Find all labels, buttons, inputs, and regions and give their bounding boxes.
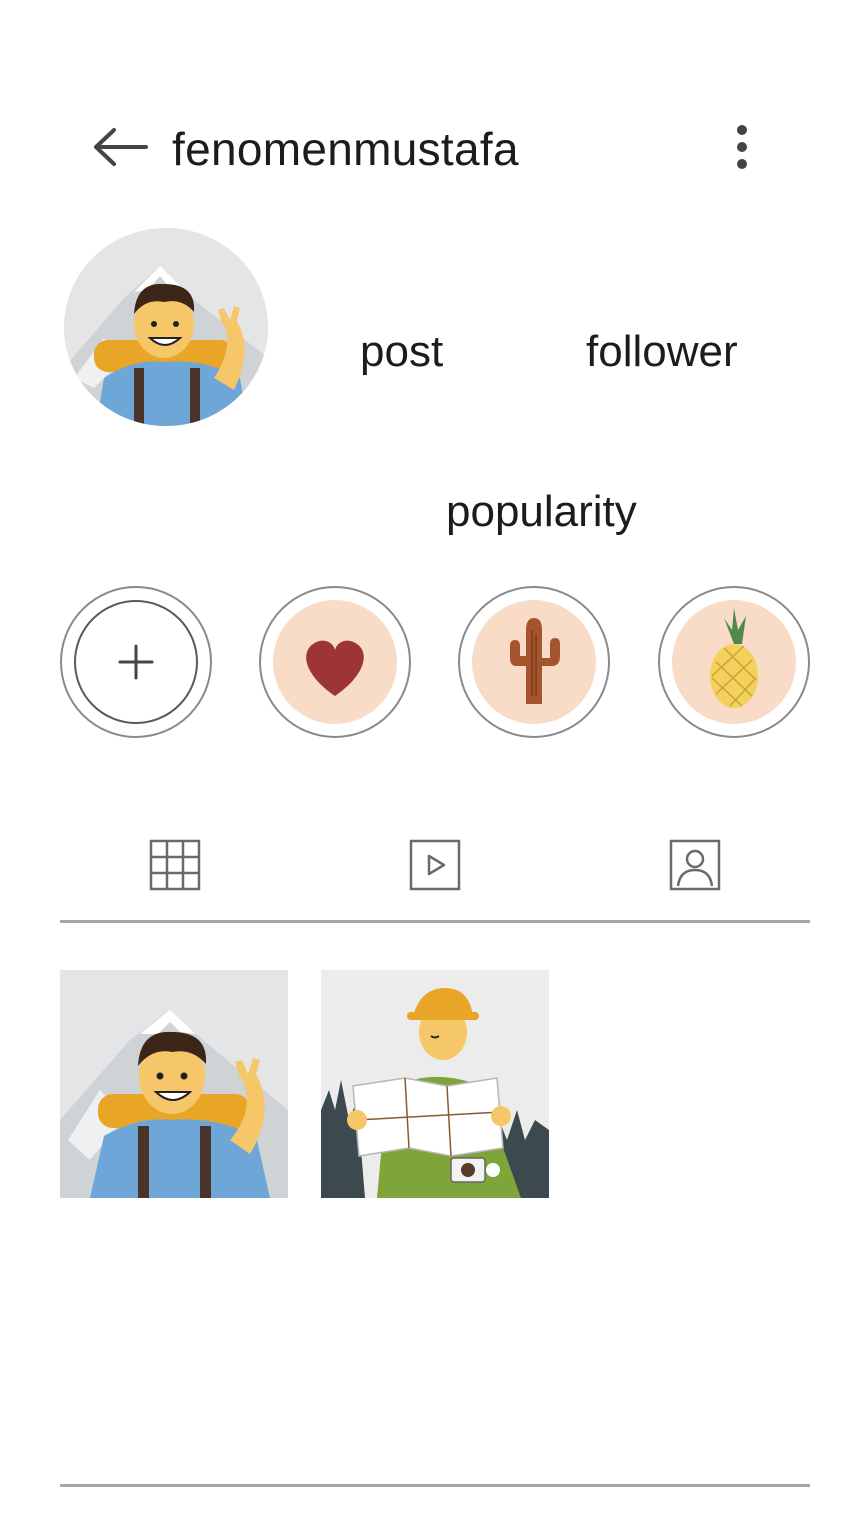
new-highlight-ring bbox=[74, 600, 198, 724]
arrow-left-icon bbox=[94, 128, 148, 166]
highlight-cactus[interactable] bbox=[458, 586, 610, 738]
post-count-label[interactable]: post bbox=[360, 324, 443, 380]
tab-reels[interactable] bbox=[408, 838, 462, 892]
reels-icon bbox=[409, 839, 461, 891]
traveler-map-image bbox=[321, 970, 549, 1198]
post-thumbnail[interactable] bbox=[60, 970, 288, 1198]
more-options-button[interactable] bbox=[718, 118, 766, 180]
tagged-icon bbox=[669, 839, 721, 891]
popularity-label: popularity bbox=[446, 487, 637, 536]
plus-icon bbox=[118, 644, 154, 680]
highlight-pineapple[interactable] bbox=[658, 586, 810, 738]
bottom-divider bbox=[60, 1484, 810, 1487]
profile-avatar[interactable] bbox=[64, 228, 268, 426]
tab-tagged[interactable] bbox=[668, 838, 722, 892]
highlight-heart-cover bbox=[273, 600, 397, 724]
back-button[interactable] bbox=[84, 120, 154, 176]
tab-posts-grid[interactable] bbox=[148, 838, 202, 892]
tabs-divider bbox=[60, 920, 810, 923]
highlight-cactus-cover bbox=[472, 600, 596, 724]
pineapple-icon bbox=[710, 608, 758, 708]
highlight-heart[interactable] bbox=[259, 586, 411, 738]
cactus-icon bbox=[510, 618, 560, 704]
hiker-image bbox=[60, 970, 288, 1198]
heart-icon bbox=[306, 640, 364, 696]
profile-username: fenomenmustafa bbox=[172, 123, 519, 175]
grid-icon bbox=[149, 839, 201, 891]
vertical-dots-icon bbox=[737, 125, 747, 169]
follower-count-label[interactable]: follower bbox=[586, 324, 738, 380]
hiker-avatar bbox=[64, 228, 268, 426]
post-thumbnail[interactable] bbox=[321, 970, 549, 1198]
new-highlight-button[interactable] bbox=[60, 586, 212, 738]
highlight-pineapple-cover bbox=[672, 600, 796, 724]
